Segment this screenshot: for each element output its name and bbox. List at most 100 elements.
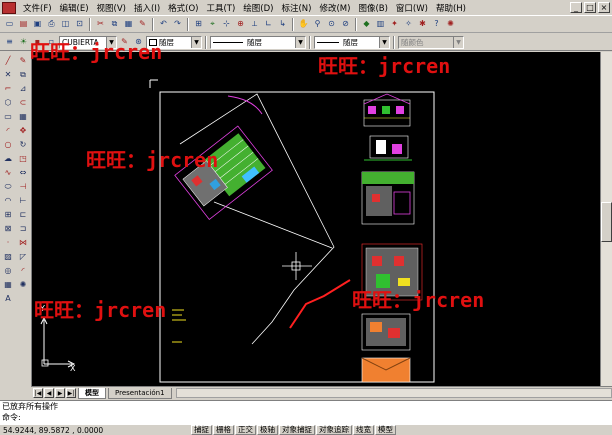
revision-cloud-icon[interactable]: ☁ <box>1 152 15 165</box>
layer-state-icon[interactable]: ☀ <box>17 36 30 49</box>
linetype-select[interactable]: 随层 ▼ <box>210 35 306 49</box>
otrack-toggle[interactable]: 对象追踪 <box>316 425 352 435</box>
polyline-icon[interactable]: ⌐ <box>1 82 15 95</box>
fillet-icon[interactable]: ◜ <box>16 264 30 277</box>
stretch-icon[interactable]: ⇔ <box>16 166 30 179</box>
menu-insert[interactable]: 插入(I) <box>130 2 164 14</box>
insert-block-icon[interactable]: ⊞ <box>1 208 15 221</box>
cut-icon[interactable]: ✂ <box>94 18 107 31</box>
tool-palette-icon[interactable]: ✦ <box>388 18 401 31</box>
print-preview-icon[interactable]: ◫ <box>59 18 72 31</box>
hyperlink-icon[interactable]: ⊞ <box>192 18 205 31</box>
match-properties-icon[interactable]: ✎ <box>136 18 149 31</box>
construction-line-icon[interactable]: ✕ <box>1 68 15 81</box>
break-point-icon[interactable]: ⊏ <box>16 208 30 221</box>
menu-view[interactable]: 视图(V) <box>93 2 130 14</box>
menu-window[interactable]: 窗口(W) <box>392 2 432 14</box>
snap-icon[interactable]: ⊹ <box>220 18 233 31</box>
markup-icon[interactable]: ✧ <box>402 18 415 31</box>
toolbar-extra-icon[interactable]: ✱ <box>416 18 429 31</box>
scale-icon[interactable]: ◳ <box>16 152 30 165</box>
move-icon[interactable]: ✥ <box>16 124 30 137</box>
ellipse-icon[interactable]: ⬭ <box>1 180 15 193</box>
tab-presentation1[interactable]: Presentación1 <box>108 387 172 399</box>
polar-toggle[interactable]: 极轴 <box>257 425 278 435</box>
mirror-icon[interactable]: ⊿ <box>16 82 30 95</box>
menu-modify[interactable]: 修改(M) <box>315 2 354 14</box>
design-center-icon[interactable]: ▥ <box>374 18 387 31</box>
osnap-toggle[interactable]: 对象捕捉 <box>279 425 315 435</box>
copy-icon[interactable]: ⧉ <box>108 18 121 31</box>
point-icon[interactable]: · <box>1 236 15 249</box>
chamfer-icon[interactable]: ◸ <box>16 250 30 263</box>
last-tab-icon[interactable]: ▶| <box>66 388 76 398</box>
model-toggle[interactable]: 模型 <box>375 425 396 435</box>
command-window[interactable]: 已放弃所有操作 命令: <box>0 400 612 424</box>
menu-edit[interactable]: 编辑(E) <box>56 2 93 14</box>
chevron-down-icon[interactable]: ▼ <box>191 36 201 48</box>
mtext-icon[interactable]: A <box>1 292 15 305</box>
menu-tools[interactable]: 工具(T) <box>202 2 239 14</box>
menu-draw[interactable]: 绘图(D) <box>239 2 277 14</box>
tab-model[interactable]: 模型 <box>78 387 106 399</box>
erase-icon[interactable]: ✎ <box>16 54 30 67</box>
spline-icon[interactable]: ∿ <box>1 166 15 179</box>
redo-icon[interactable]: ↷ <box>171 18 184 31</box>
restore-button[interactable]: □ <box>584 2 596 13</box>
rectangle-icon[interactable]: ▭ <box>1 110 15 123</box>
layer-manager-icon[interactable]: ≡ <box>3 36 16 49</box>
chevron-down-icon[interactable]: ▼ <box>295 36 305 48</box>
properties-icon[interactable]: ◆ <box>360 18 373 31</box>
osnap-icon[interactable]: ⊕ <box>234 18 247 31</box>
help-icon[interactable]: ? <box>430 18 443 31</box>
ortho-icon[interactable]: ∟ <box>262 18 275 31</box>
make-block-icon[interactable]: ⊠ <box>1 222 15 235</box>
first-tab-icon[interactable]: |◀ <box>33 388 43 398</box>
menu-format[interactable]: 格式(O) <box>164 2 202 14</box>
ortho-toggle[interactable]: 正交 <box>235 425 256 435</box>
new-file-icon[interactable]: ▭ <box>3 18 16 31</box>
command-prompt[interactable]: 命令: <box>0 412 612 423</box>
drawing-canvas[interactable]: Y X <box>32 52 600 386</box>
line-icon[interactable]: ╱ <box>1 54 15 67</box>
zoom-window-icon[interactable]: ⊙ <box>325 18 338 31</box>
save-icon[interactable]: ▣ <box>31 18 44 31</box>
break-icon[interactable]: ⊐ <box>16 222 30 235</box>
table-icon[interactable]: ▦ <box>1 278 15 291</box>
print-icon[interactable]: ⎙ <box>45 18 58 31</box>
next-tab-icon[interactable]: ▶ <box>55 388 65 398</box>
lineweight-toggle[interactable]: 线宽 <box>353 425 374 435</box>
ucs-icon[interactable]: ⌖ <box>206 18 219 31</box>
menu-image[interactable]: 图像(B) <box>354 2 391 14</box>
pan-icon[interactable]: ✋ <box>297 18 310 31</box>
array-icon[interactable]: ▦ <box>16 110 30 123</box>
vertical-scrollbar[interactable] <box>600 52 612 386</box>
region-icon[interactable]: ◎ <box>1 264 15 277</box>
rotate-icon[interactable]: ↻ <box>16 138 30 151</box>
prev-tab-icon[interactable]: ◀ <box>44 388 54 398</box>
horizontal-scrollbar[interactable] <box>175 388 612 398</box>
snap-toggle[interactable]: 捕捉 <box>191 425 212 435</box>
distance-icon[interactable]: ⟂ <box>248 18 261 31</box>
menu-dimension[interactable]: 标注(N) <box>277 2 315 14</box>
extend-icon[interactable]: ⊢ <box>16 194 30 207</box>
zoom-realtime-icon[interactable]: ⚲ <box>311 18 324 31</box>
arc-icon[interactable]: ◜ <box>1 124 15 137</box>
grid-toggle[interactable]: 栅格 <box>213 425 234 435</box>
zoom-previous-icon[interactable]: ⊘ <box>339 18 352 31</box>
minimize-button[interactable]: _ <box>570 2 582 13</box>
undo-icon[interactable]: ↶ <box>157 18 170 31</box>
polygon-icon[interactable]: ⬡ <box>1 96 15 109</box>
open-file-icon[interactable]: ▤ <box>17 18 30 31</box>
publish-icon[interactable]: ⊡ <box>73 18 86 31</box>
hatch-icon[interactable]: ▨ <box>1 250 15 263</box>
copy-object-icon[interactable]: ⧉ <box>16 68 30 81</box>
paste-icon[interactable]: ▦ <box>122 18 135 31</box>
app-icon[interactable] <box>2 1 16 14</box>
menu-file[interactable]: 文件(F) <box>19 2 56 14</box>
close-button[interactable]: × <box>598 2 610 13</box>
scrollbar-thumb[interactable] <box>601 202 612 242</box>
chevron-down-icon[interactable]: ▼ <box>379 36 389 48</box>
menu-help[interactable]: 帮助(H) <box>432 2 470 14</box>
redraw-icon[interactable]: ✺ <box>444 18 457 31</box>
